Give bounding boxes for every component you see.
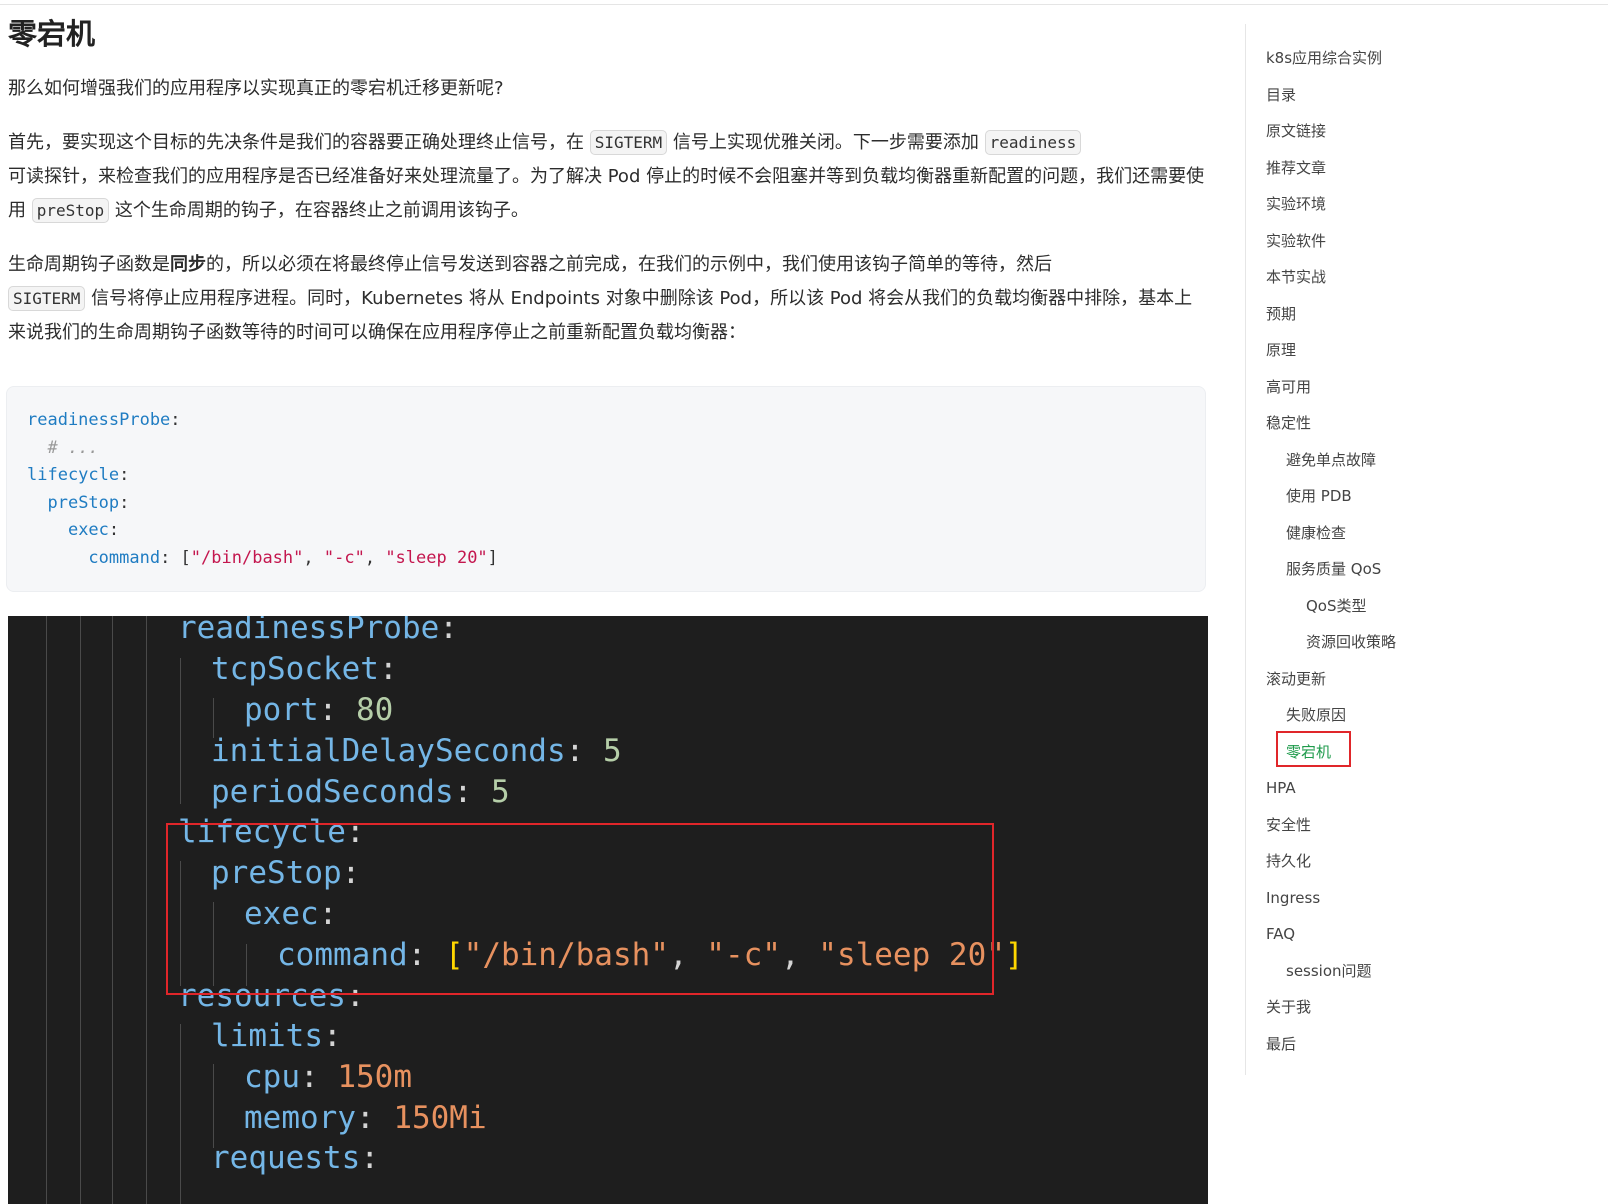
toc-item[interactable]: 稳定性 (1266, 413, 1311, 433)
highlight-box-active-toc (1276, 731, 1351, 767)
toc-item[interactable]: 健康检查 (1286, 523, 1346, 543)
toc-item[interactable]: HPA (1266, 778, 1296, 798)
toc-item[interactable]: FAQ (1266, 924, 1295, 944)
code-line: tcpSocket: (211, 651, 398, 687)
toc-item[interactable]: 服务质量 QoS (1286, 559, 1381, 579)
indent-guide (180, 1024, 181, 1204)
yaml-code-block[interactable]: readinessProbe: # ... lifecycle: preStop… (6, 386, 1206, 592)
toc-item[interactable]: 高可用 (1266, 377, 1311, 397)
indent-guide (213, 1064, 214, 1148)
table-of-contents (1245, 24, 1586, 1075)
toc-item[interactable]: 避免单点故障 (1286, 450, 1376, 470)
code-line: periodSeconds: 5 (211, 774, 510, 810)
code-line: initialDelaySeconds: 5 (211, 733, 622, 769)
indent-guide (46, 616, 47, 1204)
indent-guide (146, 616, 147, 1204)
toc-item[interactable]: Ingress (1266, 888, 1320, 908)
toc-item[interactable]: 原文链接 (1266, 121, 1326, 141)
paragraph-lifecycle-hook: 生命周期钩子函数是同步的，所以必须在将最终停止信号发送到容器之前完成，在我们的示… (8, 254, 1193, 343)
toc-item[interactable]: 原理 (1266, 340, 1296, 360)
code-line: readinessProbe: (178, 616, 458, 646)
highlight-box-lifecycle (166, 823, 994, 995)
toc-item[interactable]: 推荐文章 (1266, 158, 1326, 178)
toc-item[interactable]: 资源回收策略 (1306, 632, 1396, 652)
toc-item[interactable]: 实验环境 (1266, 194, 1326, 214)
inline-code-sigterm-2: SIGTERM (8, 286, 86, 311)
inline-code-readiness: readiness (984, 130, 1082, 155)
inline-code-prestop: preStop (31, 198, 110, 223)
indent-guide (80, 616, 81, 1204)
code-screenshot-image: readinessProbe: tcpSocket: port: 80 init… (8, 616, 1208, 1204)
page-title: 零宕机 (8, 17, 96, 51)
toc-item[interactable]: 使用 PDB (1286, 486, 1352, 506)
toc-item[interactable]: 持久化 (1266, 851, 1311, 871)
toc-item[interactable]: session问题 (1286, 961, 1372, 981)
paragraph-intro: 那么如何增强我们的应用程序以实现真正的零宕机迁移更新呢? (8, 78, 504, 99)
toc-item[interactable]: 实验软件 (1266, 231, 1326, 251)
paragraph-prerequisite: 首先，要实现这个目标的先决条件是我们的容器要正确处理终止信号，在 SIGTERM… (8, 130, 1205, 223)
toc-item[interactable]: k8s应用综合实例 (1266, 48, 1382, 68)
toc-item[interactable]: 本节实战 (1266, 267, 1326, 287)
indent-guide (112, 616, 113, 1204)
article-body: 零宕机 那么如何增强我们的应用程序以实现真正的零宕机迁移更新呢? 首先，要实现这… (8, 14, 1208, 350)
code-line: cpu: 150m (244, 1059, 412, 1095)
toc-item[interactable]: 关于我 (1266, 997, 1311, 1017)
toc-item[interactable]: 预期 (1266, 304, 1296, 324)
code-line: port: 80 (244, 692, 394, 728)
code-line: limits: (211, 1018, 342, 1054)
code-line: requests: (211, 1140, 379, 1176)
toc-item[interactable]: 目录 (1266, 85, 1296, 105)
toc-item[interactable]: 最后 (1266, 1034, 1296, 1054)
toc-item[interactable]: 失败原因 (1286, 705, 1346, 725)
inline-code-sigterm: SIGTERM (589, 130, 668, 155)
code-line: memory: 150Mi (244, 1100, 487, 1136)
top-divider (0, 4, 1608, 5)
toc-item[interactable]: 滚动更新 (1266, 669, 1326, 689)
toc-item[interactable]: 安全性 (1266, 815, 1311, 835)
toc-item[interactable]: QoS类型 (1306, 596, 1367, 616)
bold-sync: 同步 (170, 254, 206, 275)
indent-guide (180, 658, 181, 804)
